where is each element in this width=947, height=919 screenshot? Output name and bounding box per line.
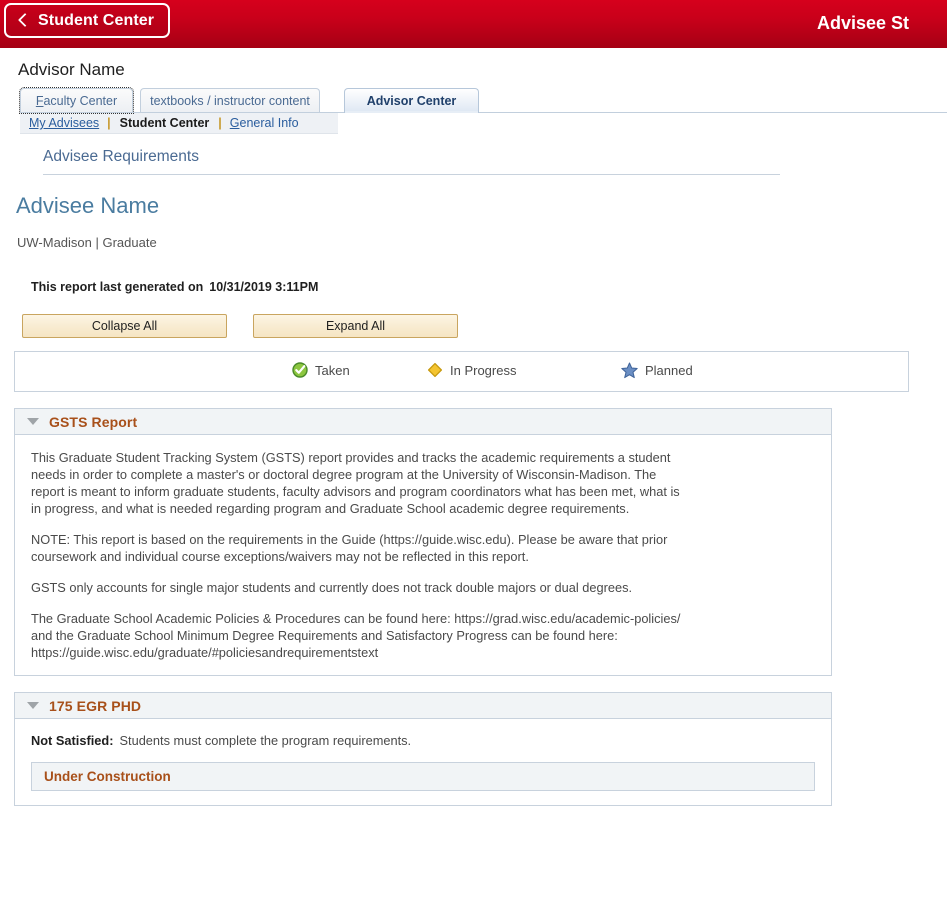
gsts-paragraph-single-major: GSTS only accounts for single major stud… bbox=[31, 580, 633, 595]
status-text: Students must complete the program requi… bbox=[119, 733, 412, 748]
legend-item-taken: Taken bbox=[292, 362, 350, 378]
active-tab-mask bbox=[345, 111, 478, 113]
section-175-egr-phd-body: Not Satisfied: Students must complete the… bbox=[14, 719, 832, 806]
gsts-paragraph-note: NOTE: This report is based on the requir… bbox=[31, 532, 668, 564]
requirement-status-line: Not Satisfied: Students must complete the… bbox=[31, 733, 815, 762]
section-gsts-report-header[interactable]: GSTS Report bbox=[14, 408, 832, 435]
legend-item-in-progress: In Progress bbox=[427, 362, 516, 378]
tab-strip-underline bbox=[20, 112, 947, 113]
tab-faculty-center-label: Faculty Center bbox=[35, 94, 118, 108]
main-tab-strip: Faculty Center textbooks / instructor co… bbox=[19, 87, 947, 114]
section-gsts-report-title: GSTS Report bbox=[49, 413, 138, 430]
subnav-item-general-info[interactable]: General Info bbox=[225, 116, 304, 130]
heading-divider bbox=[43, 174, 780, 175]
section-175-egr-phd: 175 EGR PHD Not Satisfied: Students must … bbox=[14, 692, 832, 806]
sub-navigation-bar: My Advisees | Student Center | General I… bbox=[20, 113, 338, 134]
gsts-paragraph-overview: This Graduate Student Tracking System (G… bbox=[31, 450, 680, 516]
report-generated-line: This report last generated on 10/31/2019 … bbox=[31, 280, 947, 294]
chevron-left-icon bbox=[16, 14, 29, 27]
expand-all-button[interactable]: Expand All bbox=[253, 314, 458, 338]
gsts-paragraph-policies: The Graduate School Academic Policies & … bbox=[31, 611, 681, 660]
subnav-item-my-advisees[interactable]: My Advisees bbox=[24, 116, 104, 130]
tab-advisor-center[interactable]: Advisor Center bbox=[344, 88, 479, 113]
back-button-label: Student Center bbox=[38, 11, 155, 29]
back-to-student-center-button[interactable]: Student Center bbox=[4, 3, 171, 38]
legend-item-planned: Planned bbox=[621, 362, 693, 379]
page-content: Advisor Name Faculty Center textbooks / … bbox=[0, 48, 947, 806]
advisor-name: Advisor Name bbox=[18, 60, 125, 79]
institution-career: UW-Madison | Graduate bbox=[17, 235, 157, 250]
subnav-item-student-center[interactable]: Student Center bbox=[114, 116, 216, 130]
triangle-down-icon[interactable] bbox=[27, 702, 39, 709]
page-title: Advisee St bbox=[817, 13, 910, 33]
green-check-circle-icon bbox=[292, 362, 308, 378]
triangle-down-icon[interactable] bbox=[27, 418, 39, 425]
section-gsts-report: GSTS Report This Graduate Student Tracki… bbox=[14, 408, 832, 676]
advisee-name: Advisee Name bbox=[16, 193, 160, 218]
expand-collapse-button-row: Collapse All Expand All bbox=[22, 314, 947, 338]
report-generated-value: 10/31/2019 3:11PM bbox=[209, 280, 319, 294]
tab-faculty-center[interactable]: Faculty Center bbox=[19, 87, 134, 114]
advisee-requirements-heading: Advisee Requirements bbox=[43, 148, 199, 165]
subnav-separator-1: | bbox=[107, 116, 111, 130]
status-badge: Not Satisfied: bbox=[31, 733, 114, 748]
tab-advisor-center-label: Advisor Center bbox=[366, 94, 457, 108]
app-header: Student Center Advisee St bbox=[0, 0, 947, 48]
subsection-under-construction[interactable]: Under Construction bbox=[31, 762, 815, 791]
section-175-egr-phd-header[interactable]: 175 EGR PHD bbox=[14, 692, 832, 719]
report-generated-label: This report last generated on bbox=[31, 280, 204, 294]
gold-diamond-icon bbox=[427, 362, 443, 378]
section-gsts-report-body: This Graduate Student Tracking System (G… bbox=[14, 435, 832, 676]
tab-textbooks-instructor-content-label: textbooks / instructor content bbox=[150, 94, 310, 108]
collapse-all-button[interactable]: Collapse All bbox=[22, 314, 227, 338]
legend-item-in-progress-label: In Progress bbox=[450, 362, 517, 378]
tab-textbooks-instructor-content[interactable]: textbooks / instructor content bbox=[140, 88, 320, 113]
subnav-separator-2: | bbox=[218, 116, 222, 130]
legend-item-taken-label: Taken bbox=[315, 362, 350, 378]
section-175-egr-phd-title: 175 EGR PHD bbox=[49, 697, 142, 714]
blue-star-icon bbox=[621, 362, 638, 379]
legend-item-planned-label: Planned bbox=[645, 363, 693, 378]
subsection-under-construction-title: Under Construction bbox=[44, 769, 171, 784]
status-legend: Taken In Progress Planned bbox=[14, 351, 909, 392]
